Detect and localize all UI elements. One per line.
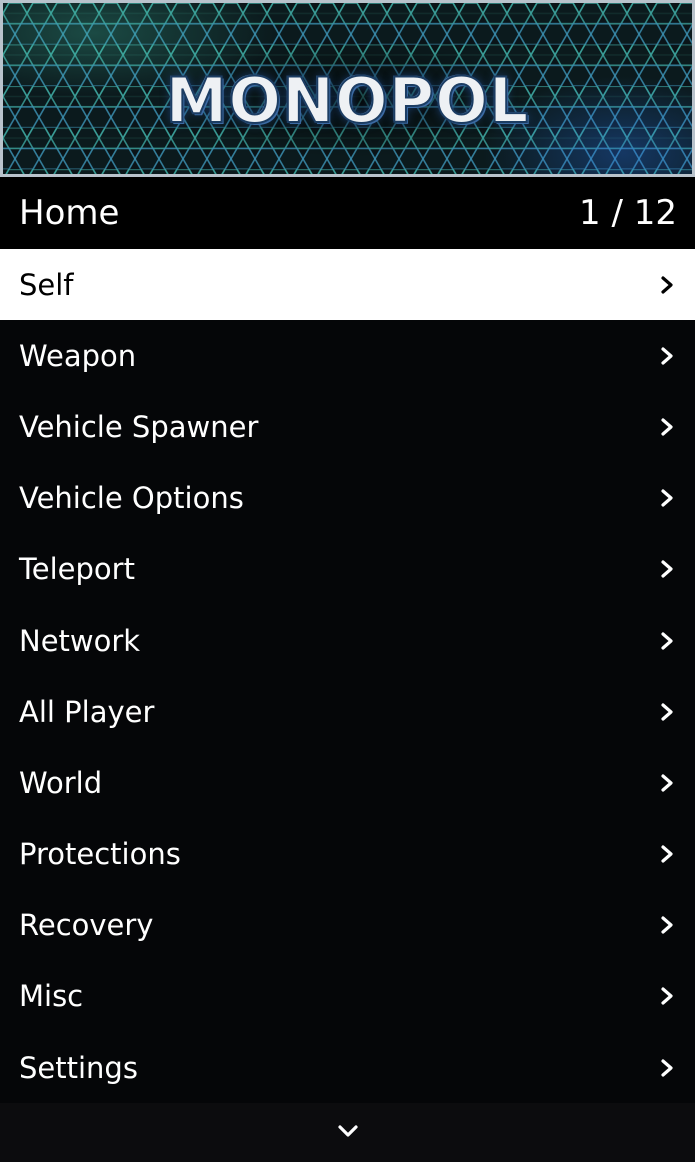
chevron-down-icon[interactable] [337, 1123, 359, 1142]
menu-item-label: World [19, 765, 103, 800]
menu-item-protections[interactable]: Protections [0, 819, 695, 890]
chevron-right-icon [657, 1058, 677, 1078]
menu-item-vehicle-options[interactable]: Vehicle Options [0, 463, 695, 534]
chevron-right-icon [657, 346, 677, 366]
menu-item-label: Protections [19, 837, 181, 872]
menu-item-weapon[interactable]: Weapon [0, 320, 695, 391]
menu-item-label: All Player [19, 694, 155, 729]
menu-item-label: Weapon [19, 338, 137, 373]
chevron-right-icon [657, 986, 677, 1006]
menu-item-label: Teleport [19, 552, 135, 587]
chevron-right-icon [657, 417, 677, 437]
chevron-right-icon [657, 631, 677, 651]
menu-item-settings[interactable]: Settings [0, 1032, 695, 1103]
menu-title: Home [19, 193, 120, 233]
menu-header: Home 1 / 12 [0, 177, 695, 249]
chevron-right-icon [657, 559, 677, 579]
menu-item-teleport[interactable]: Teleport [0, 534, 695, 605]
chevron-right-icon [657, 488, 677, 508]
menu-item-recovery[interactable]: Recovery [0, 890, 695, 961]
menu-item-self[interactable]: Self [0, 249, 695, 321]
chevron-right-icon [657, 702, 677, 722]
scroll-down-footer[interactable] [0, 1103, 695, 1162]
menu-item-all-player[interactable]: All Player [0, 676, 695, 747]
menu-item-label: Network [19, 623, 141, 658]
menu-item-label: Misc [19, 979, 84, 1014]
chevron-right-icon [657, 275, 677, 295]
menu-item-world[interactable]: World [0, 747, 695, 818]
chevron-right-icon [657, 773, 677, 793]
trainer-menu: MONOPOL Home 1 / 12 Self Weapon Vehicle … [0, 0, 695, 1162]
menu-item-label: Vehicle Spawner [19, 409, 259, 444]
monopol-logo: MONOPOL [165, 63, 530, 138]
menu-item-label: Recovery [19, 908, 154, 943]
menu-item-label: Self [19, 267, 74, 302]
menu-item-label: Vehicle Options [19, 481, 244, 516]
menu-banner: MONOPOL [0, 0, 695, 177]
menu-item-vehicle-spawner[interactable]: Vehicle Spawner [0, 391, 695, 462]
item-counter: 1 / 12 [579, 193, 677, 233]
chevron-right-icon [657, 844, 677, 864]
menu-item-label: Settings [19, 1050, 138, 1085]
menu-item-list: Self Weapon Vehicle Spawner Vehicle Opti… [0, 249, 695, 1103]
menu-item-network[interactable]: Network [0, 605, 695, 676]
chevron-right-icon [657, 915, 677, 935]
menu-item-misc[interactable]: Misc [0, 961, 695, 1032]
